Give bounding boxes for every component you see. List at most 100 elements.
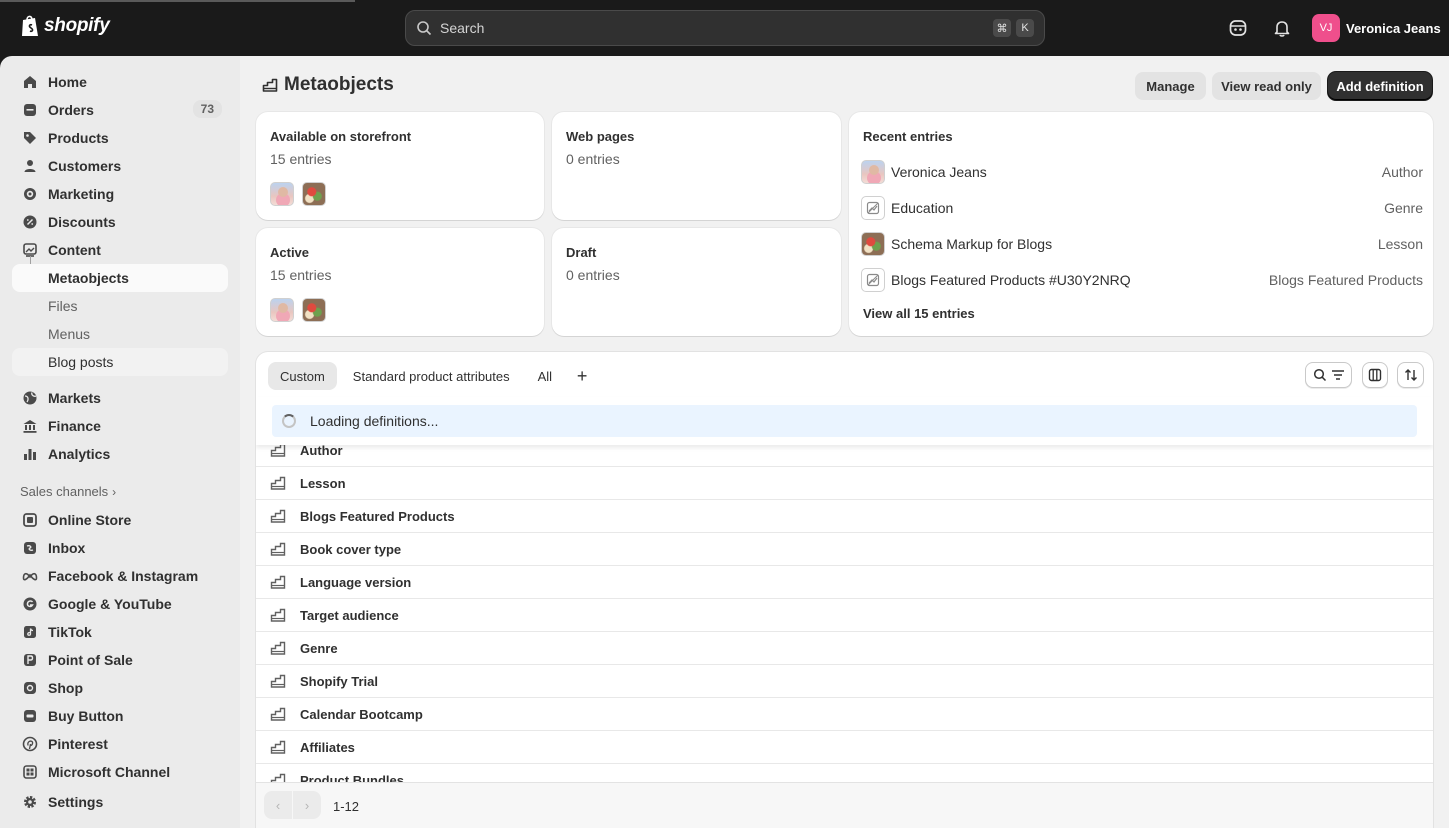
shopify-bag-icon	[22, 15, 38, 36]
available-on-storefront-card[interactable]: Available on storefront 15 entries	[256, 112, 544, 220]
sidebar-item-label: Shop	[48, 680, 83, 696]
sidebar-item-point-of-sale[interactable]: Point of Sale	[12, 646, 228, 674]
sidebar-item-label: Orders	[48, 102, 94, 118]
table-row[interactable]: Shopify Trial	[256, 665, 1433, 698]
sidebar-item-finance[interactable]: Finance	[12, 412, 228, 440]
sidebar-item-label: Microsoft Channel	[48, 764, 171, 780]
card-count: 0 entries	[566, 151, 620, 167]
sidebar-item-microsoft-channel[interactable]: Microsoft Channel	[12, 758, 228, 786]
definitions-list: Author Lesson Blogs Featured Products Bo…	[256, 434, 1433, 797]
avatar: VJ	[1312, 14, 1340, 42]
card-count: 15 entries	[270, 151, 332, 167]
entry-type: Author	[1381, 164, 1423, 180]
bell-icon[interactable]	[1272, 18, 1292, 38]
web-pages-card[interactable]: Web pages 0 entries	[552, 112, 841, 220]
spinner-icon	[282, 414, 296, 428]
card-title: Recent entries	[863, 129, 953, 144]
sidebar-item-markets[interactable]: Markets	[12, 384, 228, 412]
table-row[interactable]: Genre	[256, 632, 1433, 665]
pinterest-icon	[22, 736, 38, 752]
table-row[interactable]: Book cover type	[256, 533, 1433, 566]
table-row[interactable]: Affiliates	[256, 731, 1433, 764]
recent-entry-row[interactable]: Veronica Jeans Author	[861, 160, 1423, 184]
sidebar-item-blog-posts[interactable]: Blog posts	[12, 348, 228, 376]
search-bar[interactable]: Search ⌘ K	[405, 10, 1045, 46]
recent-entry-row[interactable]: Schema Markup for Blogs Lesson	[861, 232, 1423, 256]
gear-icon	[22, 794, 38, 810]
recent-entry-row[interactable]: Education Genre	[861, 196, 1423, 220]
sales-channels-heading[interactable]: Sales channels ›	[20, 484, 116, 499]
table-row[interactable]: Target audience	[256, 599, 1433, 632]
sort-button[interactable]	[1397, 362, 1424, 388]
view-read-only-button[interactable]: View read only	[1212, 72, 1321, 100]
tab-standard-product-attributes[interactable]: Standard product attributes	[341, 362, 522, 390]
sidebar-item-google-youtube[interactable]: Google & YouTube	[12, 590, 228, 618]
tab-custom[interactable]: Custom	[268, 362, 337, 390]
sidebar-item-marketing[interactable]: Marketing	[12, 180, 228, 208]
sidebar-item-menus[interactable]: Menus	[12, 320, 228, 348]
previous-page-button[interactable]: ‹	[264, 791, 292, 819]
next-page-button[interactable]: ›	[293, 791, 321, 819]
sidebar-item-label: Home	[48, 74, 87, 90]
add-view-plus-icon[interactable]: +	[568, 362, 596, 390]
table-row[interactable]: Language version	[256, 566, 1433, 599]
main-content: Metaobjects Manage View read only Add de…	[240, 56, 1449, 828]
user-menu[interactable]: VJ Veronica Jeans	[1312, 14, 1441, 42]
view-all-entries-link[interactable]: View all 15 entries	[863, 306, 975, 321]
sidebar-item-products[interactable]: Products	[12, 124, 228, 152]
sidebar-item-settings[interactable]: Settings	[12, 788, 228, 816]
sidebar-item-label: Online Store	[48, 512, 132, 528]
metaobject-icon	[270, 740, 286, 754]
entry-type: Genre	[1384, 200, 1423, 216]
active-card[interactable]: Active 15 entries	[256, 228, 544, 336]
manage-button[interactable]: Manage	[1135, 72, 1206, 100]
sidebar-item-label: Metaobjects	[48, 270, 129, 286]
sidebar-item-metaobjects[interactable]: Metaobjects	[12, 264, 228, 292]
sidebar-item-label: Discounts	[48, 214, 116, 230]
card-title: Draft	[566, 245, 597, 260]
store-icon	[22, 512, 38, 528]
sidebar-item-label: Customers	[48, 158, 122, 174]
columns-button[interactable]	[1362, 362, 1388, 388]
tag-icon	[22, 130, 38, 146]
table-row[interactable]: Lesson	[256, 467, 1433, 500]
inbox-icon	[22, 540, 38, 556]
recent-entry-row[interactable]: Blogs Featured Products #U30Y2NRQ Blogs …	[861, 268, 1423, 292]
sidebar-item-label: Inbox	[48, 540, 86, 556]
sidebar-item-home[interactable]: Home	[12, 68, 228, 96]
sidebar-item-inbox[interactable]: Inbox	[12, 534, 228, 562]
sidebar-item-label: Pinterest	[48, 736, 108, 752]
recent-entries-card: Recent entries Veronica Jeans Author Edu…	[849, 112, 1433, 336]
tab-all[interactable]: All	[526, 362, 564, 390]
sidebar-item-buy-button[interactable]: Buy Button	[12, 702, 228, 730]
add-definition-button[interactable]: Add definition	[1328, 72, 1432, 100]
search-icon	[1313, 368, 1326, 382]
sidebar-item-customers[interactable]: Customers	[12, 152, 228, 180]
sidekick-icon[interactable]	[1228, 18, 1248, 38]
metaobject-icon	[270, 476, 286, 490]
shopify-logo[interactable]: shopify	[20, 14, 110, 38]
search-filter-button[interactable]	[1305, 362, 1352, 388]
sidebar-item-orders[interactable]: Orders 73	[12, 96, 228, 124]
top-bar: shopify Search ⌘ K VJ Veronica Jeans	[0, 0, 1449, 56]
sidebar: Home Orders 73 Products Customers Market…	[0, 56, 240, 828]
sidebar-item-content[interactable]: Content	[12, 236, 228, 264]
buy-button-icon	[22, 708, 38, 724]
sidebar-item-files[interactable]: Files	[12, 292, 228, 320]
draft-card[interactable]: Draft 0 entries	[552, 228, 841, 336]
entry-type: Lesson	[1377, 236, 1423, 252]
metaobject-icon	[270, 608, 286, 622]
metaobject-icon	[270, 542, 286, 556]
sidebar-item-analytics[interactable]: Analytics	[12, 440, 228, 468]
sidebar-item-shop[interactable]: Shop	[12, 674, 228, 702]
table-row[interactable]: Calendar Bootcamp	[256, 698, 1433, 731]
table-row[interactable]: Blogs Featured Products	[256, 500, 1433, 533]
sidebar-item-label: Blog posts	[48, 354, 114, 370]
sidebar-item-facebook-instagram[interactable]: Facebook & Instagram	[12, 562, 228, 590]
chevron-left-icon: ‹	[275, 797, 281, 813]
sidebar-item-discounts[interactable]: Discounts	[12, 208, 228, 236]
sidebar-item-online-store[interactable]: Online Store	[12, 506, 228, 534]
author-thumbnail	[861, 160, 885, 184]
sidebar-item-tiktok[interactable]: TikTok	[12, 618, 228, 646]
sidebar-item-pinterest[interactable]: Pinterest	[12, 730, 228, 758]
